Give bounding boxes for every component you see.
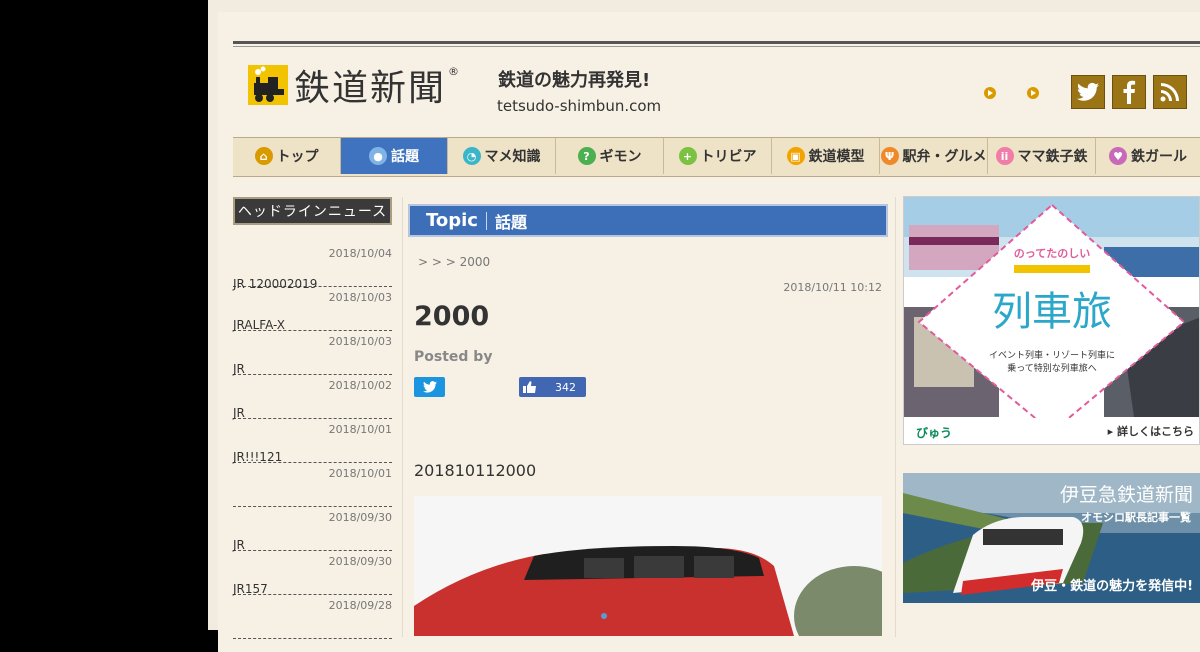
nav-label: 話題 (391, 149, 419, 165)
logo-text: 鉄道新聞 (294, 68, 447, 109)
nav-item-girl[interactable]: ♥ 鉄ガール (1096, 138, 1200, 174)
news-date: 2018/10/04 (328, 247, 392, 260)
facebook-icon[interactable] (1112, 75, 1146, 109)
news-date: 2018/10/01 (328, 467, 392, 480)
nav-label: トップ (276, 149, 319, 165)
tweet-button[interactable] (414, 377, 445, 397)
ad1-text1: イベント列車・リゾート列車に (989, 349, 1115, 361)
article-lead: 201810112000 (414, 461, 537, 480)
page-title: 2000 (414, 301, 490, 332)
article-photo (414, 496, 882, 636)
family-icon: ii (995, 147, 1014, 165)
like-count: 342 (555, 380, 576, 394)
twitter-icon (422, 381, 437, 393)
nav-item-gimon[interactable]: ? ギモン (556, 138, 664, 174)
nav-item-model[interactable]: ▣ 鉄道模型 (772, 138, 880, 174)
header-rule-thin (233, 46, 1200, 47)
train-model-icon: ▣ (786, 147, 805, 165)
ad1-title: 列車旅 (992, 289, 1112, 335)
headline-news-title: ヘッドラインニュース (233, 197, 392, 225)
home-icon: ⌂ (254, 147, 273, 165)
nav-item-trivia[interactable]: + トリビア (664, 138, 772, 174)
nav-label: ギモン (599, 149, 642, 165)
question-icon: ? (577, 147, 596, 165)
nav-label: ママ鉄子鉄 (1017, 149, 1088, 165)
locomotive-icon (248, 65, 288, 105)
nav-label: トリビア (700, 149, 757, 165)
category-jp: 話題 (494, 212, 527, 232)
site-tagline: 鉄道の魅力再発見! (498, 70, 651, 91)
nav-item-topic[interactable]: ● 話題 (341, 138, 448, 174)
plus-icon: + (678, 147, 697, 165)
fork-icon: Ψ (880, 147, 899, 165)
ad2-footer: 伊豆・鉄道の魅力を発信中! (1030, 578, 1193, 594)
news-title[interactable]: JR (233, 406, 245, 420)
news-title[interactable]: JR (233, 538, 245, 552)
nav-item-top[interactable]: ⌂ トップ (233, 138, 341, 174)
news-title[interactable]: JR!!!121 (233, 450, 282, 464)
rss-icon[interactable] (1153, 75, 1187, 109)
breadcrumb[interactable]: > > > 2000 (418, 255, 490, 269)
ad1-subtitle: のってたのしい (1014, 247, 1090, 260)
bullet-icon[interactable] (984, 87, 996, 99)
logo-registered-mark: ® (448, 64, 460, 78)
speech-bubble-icon: ● (369, 147, 387, 165)
left-margin (0, 0, 208, 630)
news-date: 2018/10/03 (328, 291, 392, 304)
ad2-title: 伊豆急鉄道新聞 (1060, 484, 1193, 506)
post-datetime: 2018/10/11 10:12 (783, 281, 882, 294)
ad1-link[interactable]: ▸ 詳しくはこちら (1108, 424, 1194, 438)
posted-by: Posted by (414, 349, 493, 365)
news-title[interactable]: JRALFA-X (233, 318, 285, 332)
nav-label: マメ知識 (484, 149, 541, 165)
divider (485, 211, 487, 230)
category-en: Topic (426, 210, 478, 231)
news-date: 2018/10/01 (328, 423, 392, 436)
nav-item-mama[interactable]: ii ママ鉄子鉄 (988, 138, 1096, 174)
twitter-icon[interactable] (1071, 75, 1105, 109)
train-trip-ad[interactable]: のってたのしい 列車旅 イベント列車・リゾート列車に 乗って特別な列車旅へ びゅ… (903, 196, 1200, 445)
news-date: 2018/10/03 (328, 335, 392, 348)
thumbs-up-icon (523, 381, 536, 393)
ad2-subtitle: オモシロ駅長記事一覧 (1081, 510, 1191, 524)
izukyu-ad[interactable]: 伊豆急鉄道新聞 オモシロ駅長記事一覧 伊豆・鉄道の魅力を発信中! (903, 473, 1200, 603)
news-date: 2018/09/28 (328, 599, 392, 612)
nav-label: 鉄ガール (1131, 149, 1187, 165)
ad1-brand: びゅう (916, 425, 952, 440)
news-title[interactable]: JR157 (233, 582, 268, 596)
news-title[interactable]: JR 120002019 (233, 277, 317, 291)
bullet-icon[interactable] (1027, 87, 1039, 99)
like-button[interactable]: 342 (519, 377, 586, 397)
nav-label: 鉄道模型 (808, 149, 865, 165)
category-banner: Topic 話題 (408, 204, 888, 237)
heart-icon: ♥ (1109, 147, 1127, 165)
site-logo[interactable]: 鉄道新聞 ® (248, 64, 460, 109)
news-date: 2018/09/30 (328, 555, 392, 568)
nav-label: 駅弁・グルメ (902, 149, 987, 165)
site-domain: tetsudo-shimbun.com (497, 97, 662, 115)
bean-icon: ◔ (462, 147, 481, 165)
nav-item-mame[interactable]: ◔ マメ知識 (448, 138, 556, 174)
ad1-text2: 乗って特別な列車旅へ (1007, 362, 1097, 374)
main-nav: ⌂ トップ ● 話題 ◔ マメ知識 ? ギモン + トリビア ▣ 鉄道模型 Ψ … (233, 137, 1200, 177)
news-date: 2018/09/30 (328, 511, 392, 524)
nav-item-ekiben[interactable]: Ψ 駅弁・グルメ (880, 138, 988, 174)
header-rule (233, 41, 1200, 44)
news-title[interactable]: JR (233, 362, 245, 376)
news-date: 2018/10/02 (328, 379, 392, 392)
